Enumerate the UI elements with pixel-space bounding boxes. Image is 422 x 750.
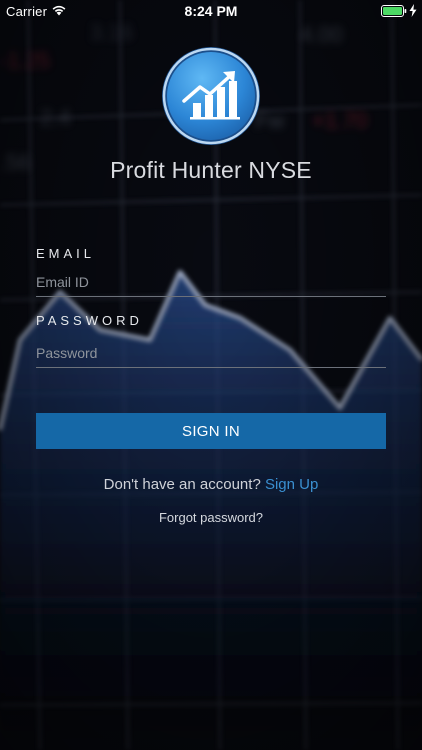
password-input[interactable] bbox=[36, 339, 386, 368]
chart-trend-up-icon bbox=[162, 47, 260, 145]
forgot-password-link[interactable]: Forgot password? bbox=[0, 510, 422, 525]
sign-up-link[interactable]: Sign Up bbox=[265, 476, 318, 493]
email-label: EMAIL bbox=[36, 246, 96, 261]
status-time: 8:24 PM bbox=[184, 3, 238, 19]
signup-prompt: Don't have an account? Sign Up bbox=[0, 476, 422, 493]
battery-icon bbox=[381, 5, 407, 17]
no-account-text: Don't have an account? bbox=[103, 476, 261, 493]
password-label: PASSWORD bbox=[36, 313, 143, 328]
app-title: Profit Hunter NYSE bbox=[110, 157, 312, 183]
charging-bolt-icon bbox=[409, 4, 417, 17]
status-bar: Carrier 8:24 PM bbox=[0, 0, 422, 22]
email-input[interactable] bbox=[36, 268, 386, 297]
sign-in-button[interactable]: SIGN IN bbox=[36, 413, 386, 449]
